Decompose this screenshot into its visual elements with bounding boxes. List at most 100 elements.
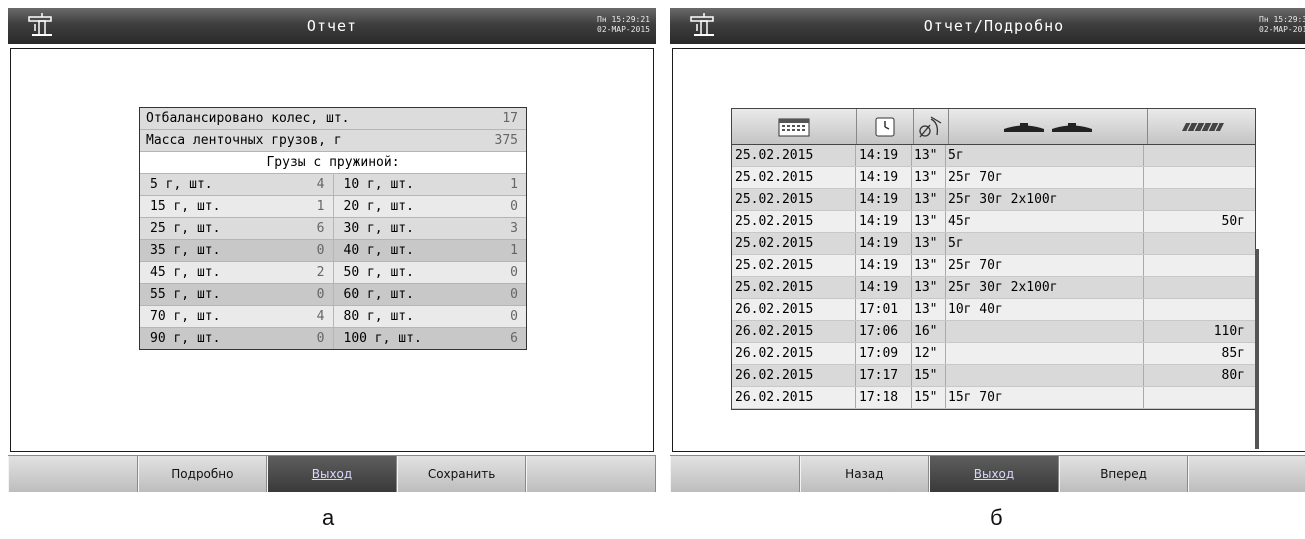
title-bar: Отчет Пн 15:29:21 02-МАР-2015 <box>8 8 656 44</box>
date-column-header[interactable] <box>732 109 857 144</box>
empty-button-left[interactable] <box>8 456 138 492</box>
spring-weight-cell: 10г 40г <box>946 299 1144 320</box>
time-cell: 17:17 <box>856 365 912 386</box>
table-row[interactable]: 26.02.2015 17:17 15" 80г <box>732 365 1255 387</box>
table-row[interactable]: 25.02.2015 14:19 13" 25г 70г <box>732 167 1255 189</box>
clock-icon <box>875 117 895 136</box>
date-cell: 25.02.2015 <box>732 189 856 210</box>
tape-weight-cell <box>1144 387 1255 408</box>
table-row[interactable]: 26.02.2015 17:01 13" 10г 40г <box>732 299 1255 321</box>
spring-weight-column-header[interactable] <box>949 109 1148 144</box>
diameter-cell: 13" <box>912 233 946 254</box>
spring-weight-label: 45 г, шт. <box>150 265 221 280</box>
spring-weights-header-label: Грузы с пружиной: <box>266 155 400 170</box>
diameter-cell: 13" <box>912 299 946 320</box>
spring-weight-cell <box>946 321 1144 342</box>
spring-weight-count: 0 <box>510 309 518 324</box>
balanced-count-row: Отбалансировано колес, шт. 17 <box>140 108 526 130</box>
spring-weight-label: 30 г, шт. <box>343 221 414 236</box>
clock: Пн 15:29:21 02-МАР-2015 <box>597 15 650 35</box>
table-row[interactable]: 25.02.2015 14:19 13" 45г 50г <box>732 211 1255 233</box>
clock: Пн 15:29:30 02-МАР-2015 <box>1259 15 1305 35</box>
spring-weight-label: 100 г, шт. <box>343 331 422 346</box>
time-cell: 14:19 <box>856 167 912 188</box>
table-row[interactable]: 26.02.2015 17:06 16" 110г <box>732 321 1255 343</box>
exit-button[interactable]: Выход <box>929 456 1059 492</box>
tape-weight-cell <box>1144 167 1255 188</box>
button-bar: Назад Выход Вперед <box>670 455 1305 492</box>
report-details-screen: Отчет/Подробно Пн 15:29:30 02-МАР-2015 <box>670 8 1305 492</box>
date-cell: 26.02.2015 <box>732 343 856 364</box>
page-title: Отчет <box>306 17 358 35</box>
spring-weight-row: 70 г, шт. 4 80 г, шт. 0 <box>140 306 526 328</box>
time-cell: 14:19 <box>856 233 912 254</box>
spring-weight-cell: 25г 30г 2x100г <box>946 277 1144 298</box>
tape-weight-cell: 85г <box>1221 346 1245 361</box>
diameter-cell: 13" <box>912 255 946 276</box>
diameter-cell: 13" <box>912 277 946 298</box>
time-cell: 17:06 <box>856 321 912 342</box>
spring-weight-label: 15 г, шт. <box>150 199 221 214</box>
empty-button-right[interactable] <box>1188 456 1305 492</box>
spring-weight-row: 45 г, шт. 2 50 г, шт. 0 <box>140 262 526 284</box>
spring-weight-row: 90 г, шт. 0 100 г, шт. 6 <box>140 328 526 349</box>
figure-caption-b: б <box>990 505 1003 530</box>
table-row[interactable]: 26.02.2015 17:09 12" 85г <box>732 343 1255 365</box>
spring-weight-cell: 15г 70г <box>946 387 1144 408</box>
diameter-cell: 16" <box>912 321 946 342</box>
empty-button-right[interactable] <box>526 456 656 492</box>
spring-weight-count: 1 <box>316 199 325 214</box>
log-header <box>732 109 1255 145</box>
details-button[interactable]: Подробно <box>137 456 268 492</box>
table-row[interactable]: 25.02.2015 14:19 13" 5г <box>732 145 1255 167</box>
table-row[interactable]: 25.02.2015 14:19 13" 25г 70г <box>732 255 1255 277</box>
empty-button-left[interactable] <box>670 456 800 492</box>
time-cell: 17:09 <box>856 343 912 364</box>
spring-weight-cell: 5г <box>946 233 1144 254</box>
table-row[interactable]: 25.02.2015 14:19 13" 25г 30г 2x100г <box>732 277 1255 299</box>
calendar-icon <box>778 118 810 136</box>
table-row[interactable]: 26.02.2015 17:18 15" 15г 70г <box>732 387 1255 409</box>
back-button[interactable]: Назад <box>799 456 930 492</box>
diameter-cell: 12" <box>912 343 946 364</box>
spring-weight-label: 35 г, шт. <box>150 243 221 258</box>
spring-weight-count: 1 <box>510 177 518 192</box>
scrollbar[interactable] <box>1255 249 1259 449</box>
spring-weight-count: 4 <box>316 309 325 324</box>
table-row[interactable]: 25.02.2015 14:19 13" 5г <box>732 233 1255 255</box>
spring-weights-header: Грузы с пружиной: <box>140 152 526 174</box>
forward-button[interactable]: Вперед <box>1058 456 1189 492</box>
spring-weight-cell: 25г 70г <box>946 167 1144 188</box>
spring-weight-cell: 20 г, шт. 0 <box>332 196 527 217</box>
date-cell: 25.02.2015 <box>732 255 856 276</box>
date-cell: 25.02.2015 <box>732 277 856 298</box>
tape-weight-cell <box>1144 255 1255 276</box>
tape-mass-label: Масса ленточных грузов, г <box>146 133 342 148</box>
spring-weight-count: 0 <box>316 287 325 302</box>
tape-weight-cell <box>1144 145 1255 166</box>
time-column-header[interactable] <box>857 109 914 144</box>
time-cell: 14:19 <box>856 189 912 210</box>
clock-date: 02-МАР-2015 <box>597 25 650 34</box>
details-content: 25.02.2015 14:19 13" 5г 25.02.2015 14:19 13" 25… <box>672 48 1305 452</box>
tape-weight-cell <box>1144 189 1255 210</box>
tape-weight-cell: 50г <box>1221 214 1245 229</box>
report-screen: Отчет Пн 15:29:21 02-МАР-2015 Отбалансир… <box>8 8 656 492</box>
clock-time: Пн 15:29:21 <box>597 15 650 24</box>
table-row[interactable]: 25.02.2015 14:19 13" 25г 30г 2x100г <box>732 189 1255 211</box>
time-cell: 17:01 <box>856 299 912 320</box>
tape-weight-column-header[interactable] <box>1148 109 1255 144</box>
spring-weight-row: 35 г, шт. 0 40 г, шт. 1 <box>140 240 526 262</box>
spring-weight-cell: 5г <box>946 145 1144 166</box>
spring-weight-count: 0 <box>510 199 518 214</box>
exit-button[interactable]: Выход <box>267 456 397 492</box>
tape-weight-cell <box>1144 233 1255 254</box>
spring-weight-label: 10 г, шт. <box>343 177 414 192</box>
adhesive-weights-icon <box>1181 122 1224 131</box>
save-button[interactable]: Сохранить <box>396 456 527 492</box>
spring-weight-label: 50 г, шт. <box>343 265 414 280</box>
diameter-column-header[interactable] <box>914 109 949 144</box>
spring-weight-cell: 70 г, шт. 4 <box>140 306 333 327</box>
diameter-cell: 15" <box>912 387 946 408</box>
time-cell: 14:19 <box>856 277 912 298</box>
